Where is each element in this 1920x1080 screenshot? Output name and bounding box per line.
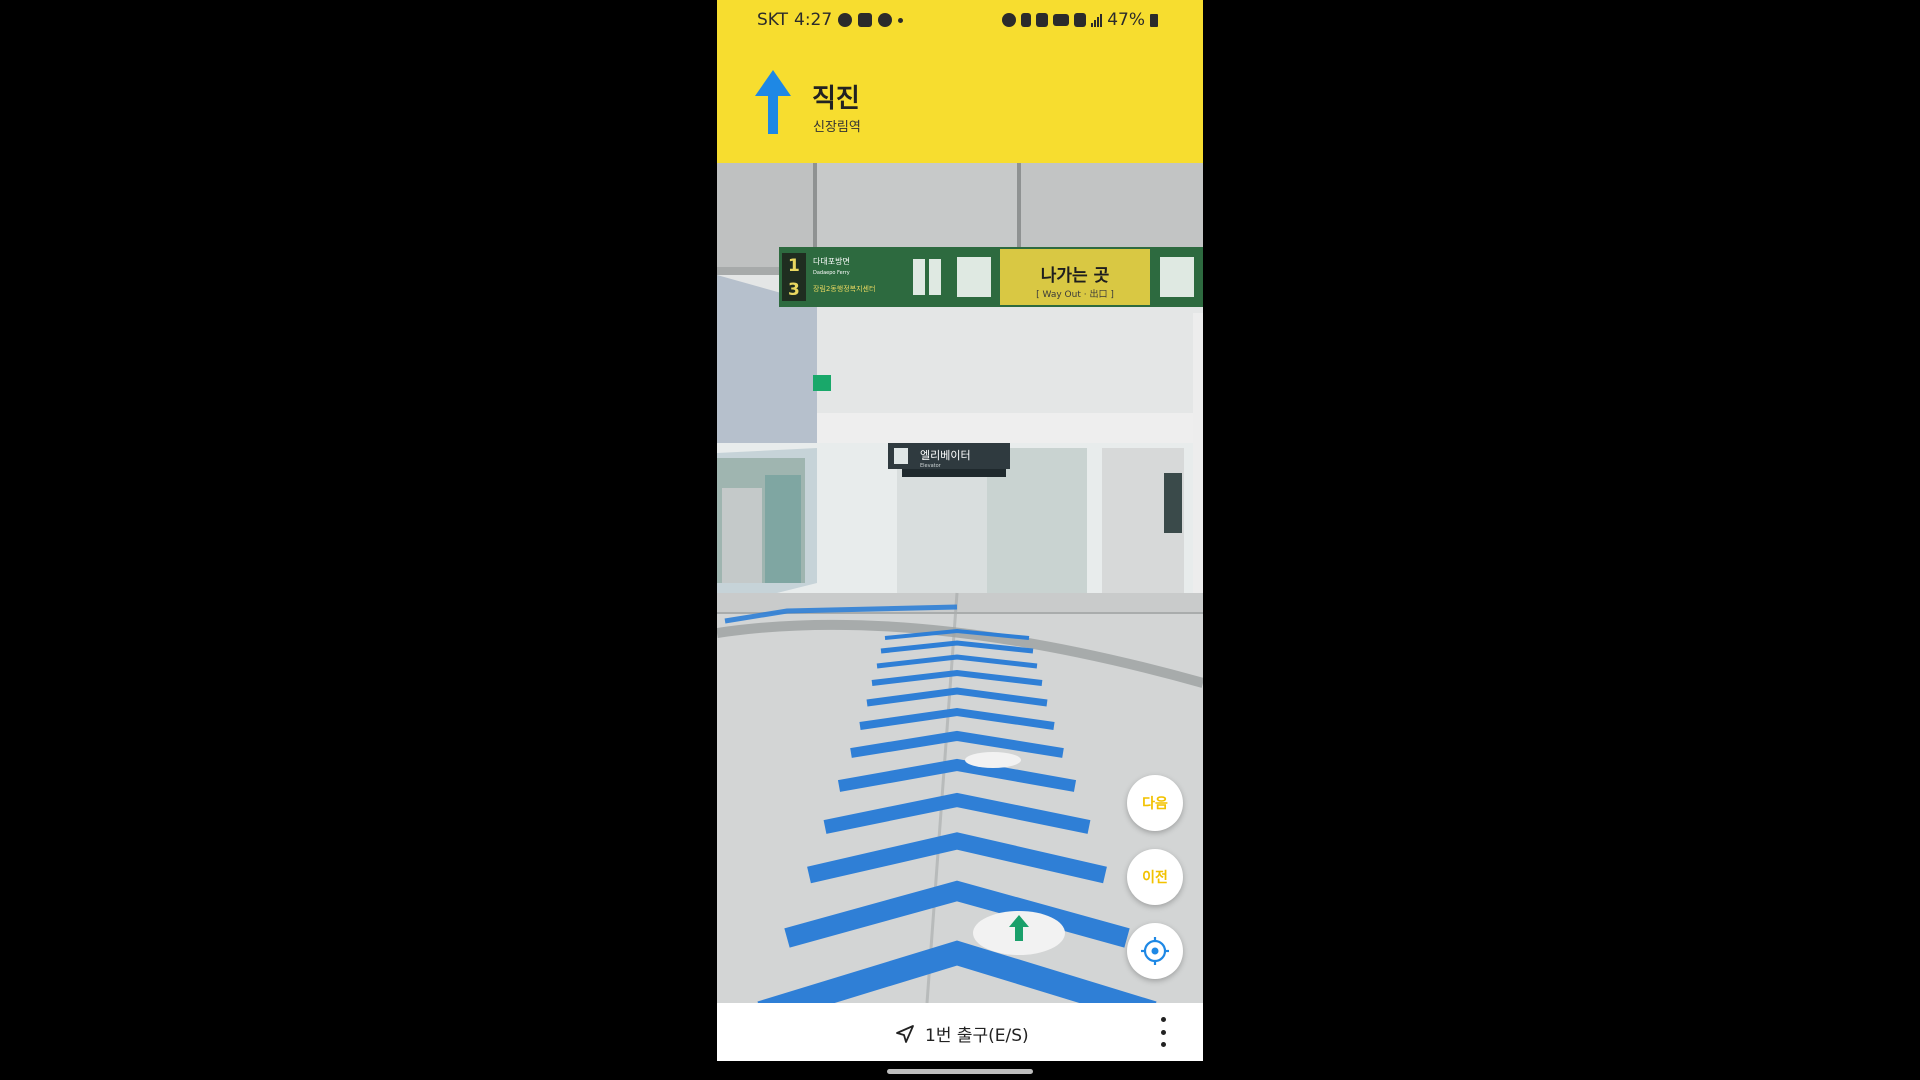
mute-icon [1036, 13, 1049, 27]
next-step-button[interactable]: 다음 [1127, 775, 1183, 831]
alarm-icon [1002, 13, 1017, 27]
5g-icon [1074, 13, 1087, 27]
straight-arrow-icon [755, 70, 791, 134]
emergency-exit-sign [813, 375, 831, 391]
elevator-sign-icon [957, 257, 991, 297]
status-right: 47% [1002, 10, 1158, 30]
way-out-sign-sub: [ Way Out · 出口 ] [1036, 288, 1114, 300]
carrier: SKT [757, 10, 789, 30]
bluetooth-icon [1021, 13, 1032, 27]
elevator-hanging-sign: 엘리베이터 Elevator [888, 443, 1010, 477]
notification-dot-icon [898, 17, 904, 23]
signal-icon [1091, 13, 1103, 27]
message-icon [838, 13, 853, 27]
floor-exit-marker [965, 752, 1021, 768]
status-bar: SKT 4:27 47% [717, 10, 1203, 34]
phone-screen: SKT 4:27 47% 직진 신장림역 1 3 다대포방면 Dadaepo F… [717, 0, 1203, 1080]
navigation-header: SKT 4:27 47% 직진 신장림역 [717, 0, 1203, 163]
exit-number-1: 1 [788, 256, 800, 276]
clock: 4:27 [794, 10, 833, 30]
elevator-sign-en: Elevator [920, 463, 942, 469]
volte-icon [1053, 14, 1070, 26]
battery-percent: 47% [1107, 10, 1145, 30]
more-options-button[interactable] [1157, 1017, 1169, 1047]
locate-button[interactable] [1127, 923, 1183, 979]
restroom-icon [913, 259, 925, 295]
locate-icon [1141, 937, 1169, 965]
more-dot-icon [1160, 1017, 1166, 1022]
way-out-sign-text: 나가는 곳 [1041, 266, 1110, 286]
home-indicator[interactable] [887, 1069, 1033, 1074]
destination-info[interactable]: 1번 출구(E/S) [895, 1021, 1029, 1046]
previous-step-button[interactable]: 이전 [1127, 849, 1183, 905]
exit-1-text-en: Dadaepo Ferry [813, 270, 850, 276]
destination-label: 1번 출구(E/S) [925, 1026, 1029, 1046]
exit-number-3: 3 [788, 280, 800, 300]
overhead-exit-sign: 1 3 다대포방면 Dadaepo Ferry 장림2동행정복지센터 나가는 곳… [779, 247, 1203, 307]
bottom-destination-bar: 1번 출구(E/S) [717, 1003, 1203, 1061]
station-name: 신장림역 [813, 120, 861, 135]
exit-1-text: 다대포방면 [813, 256, 850, 266]
navigation-arrow-icon [896, 1024, 914, 1043]
elevator-small-icon [894, 448, 908, 464]
exit-3-text: 장림2동행정복지센터 [813, 284, 875, 293]
battery-icon [1150, 13, 1158, 27]
elevator-sign-text: 엘리베이터 [920, 449, 971, 462]
previous-step-label: 이전 [1142, 870, 1168, 886]
status-left: SKT 4:27 [757, 10, 904, 30]
next-step-label: 다음 [1142, 796, 1168, 812]
instruction-title: 직진 [812, 84, 860, 114]
sync-icon [878, 13, 893, 27]
gallery-icon [858, 13, 873, 27]
